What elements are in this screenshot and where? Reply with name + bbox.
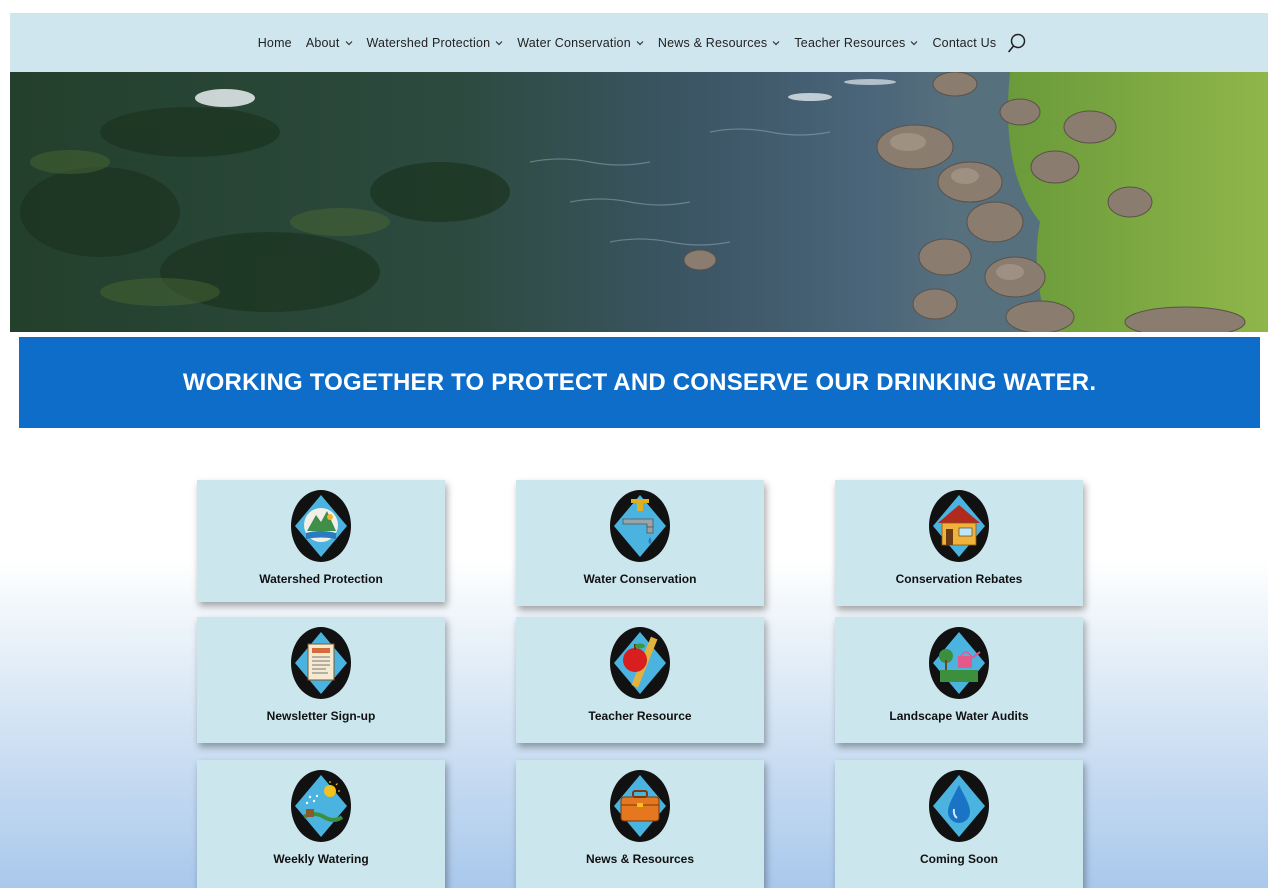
chevron-down-icon: [772, 40, 780, 45]
card-newsletter-sign-up[interactable]: Newsletter Sign-up: [197, 617, 445, 743]
card-news-resources[interactable]: News & Resources: [516, 760, 764, 888]
card-label: Water Conservation: [583, 572, 697, 586]
card-label: Conservation Rebates: [895, 572, 1023, 586]
card-watershed-protection[interactable]: Watershed Protection: [197, 480, 445, 602]
card-label: Weekly Watering: [273, 852, 369, 866]
banner-text: WORKING TOGETHER TO PROTECT AND CONSERVE…: [182, 368, 1097, 396]
card-coming-soon[interactable]: Coming Soon: [835, 760, 1083, 888]
toolbox-icon: [610, 770, 670, 842]
nav-item-news-resources[interactable]: News & Resources: [658, 36, 781, 50]
nav-item-water-conservation[interactable]: Water Conservation: [517, 36, 644, 50]
chevron-down-icon: [636, 40, 644, 45]
card-label: Watershed Protection: [259, 572, 383, 586]
mountain-river-icon: [291, 490, 351, 562]
hero-image: [10, 72, 1268, 332]
faucet-icon: [610, 490, 670, 562]
nav-item-label: Home: [257, 35, 292, 50]
nav-item-watershed-protection[interactable]: Watershed Protection: [367, 36, 504, 50]
watering-can-icon: [929, 627, 989, 699]
card-water-conservation[interactable]: Water Conservation: [516, 480, 764, 606]
nav-item-label: Teacher Resources: [794, 35, 906, 50]
card-conservation-rebates[interactable]: Conservation Rebates: [835, 480, 1083, 606]
nav-item-label: Watershed Protection: [366, 35, 491, 50]
house-icon: [929, 490, 989, 562]
quick-links-grid: Watershed Protection Water Conservation …: [197, 480, 1083, 888]
water-drop-icon: [929, 770, 989, 842]
chevron-down-icon: [911, 40, 918, 45]
nav-item-home[interactable]: Home: [258, 36, 292, 50]
card-label: Coming Soon: [920, 852, 998, 866]
chevron-down-icon: [345, 40, 352, 45]
nav-item-label: News & Resources: [657, 35, 768, 50]
nav-item-contact-us[interactable]: Contact Us: [932, 36, 996, 50]
card-landscape-water-audits[interactable]: Landscape Water Audits: [835, 617, 1083, 743]
card-label: News & Resources: [585, 852, 695, 866]
main-nav: Home About Watershed Protection Water Co…: [10, 13, 1268, 72]
search-icon[interactable]: [1007, 32, 1027, 54]
nav-item-label: About: [305, 35, 340, 50]
card-teacher-resource[interactable]: Teacher Resource: [516, 617, 764, 743]
mission-banner: WORKING TOGETHER TO PROTECT AND CONSERVE…: [19, 337, 1260, 428]
newsletter-icon: [291, 627, 351, 699]
card-label: Landscape Water Audits: [889, 709, 1029, 723]
card-label: Teacher Resource: [588, 709, 692, 723]
sprinkler-icon: [291, 770, 351, 842]
card-label: Newsletter Sign-up: [266, 709, 376, 723]
nav-item-label: Contact Us: [932, 35, 997, 50]
nav-item-label: Water Conservation: [517, 35, 631, 50]
chevron-down-icon: [495, 40, 503, 45]
nav-item-teacher-resources[interactable]: Teacher Resources: [794, 36, 918, 50]
card-weekly-watering[interactable]: Weekly Watering: [197, 760, 445, 888]
nav-item-about[interactable]: About: [306, 36, 353, 50]
apple-ruler-icon: [610, 627, 670, 699]
